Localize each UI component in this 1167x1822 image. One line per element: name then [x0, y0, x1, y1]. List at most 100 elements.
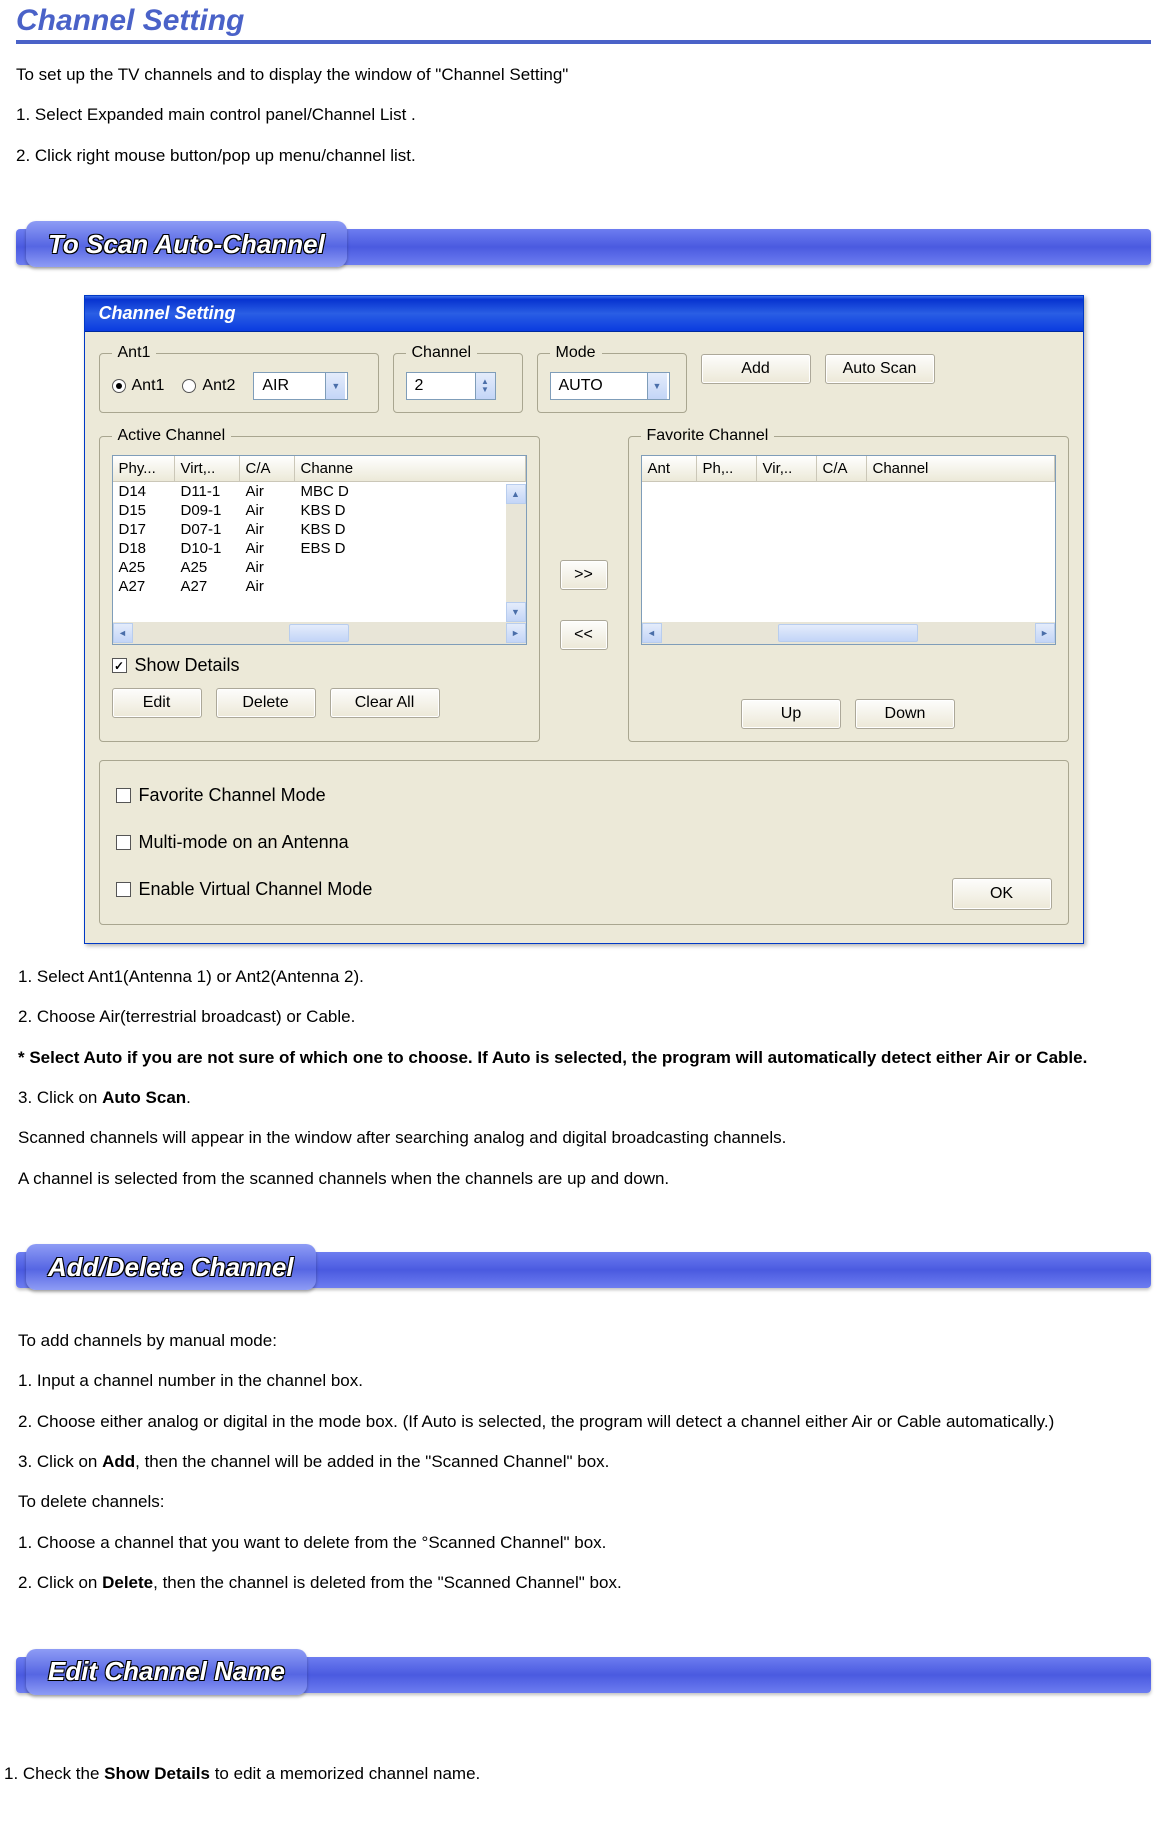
scroll-left-icon[interactable]: ◄ [642, 623, 662, 643]
intro-line-1: To set up the TV channels and to display… [16, 62, 1151, 88]
section-header-adddelete: Add/Delete Channel [16, 1252, 1151, 1288]
add-step-3: 3. Click on Add, then the channel will b… [18, 1449, 1149, 1475]
table-cell: MBC D [295, 482, 526, 501]
radio-ant1[interactable]: Ant1 [112, 377, 165, 395]
scroll-right-icon[interactable]: ► [1035, 623, 1055, 643]
text-fragment: , then the channel is deleted from the "… [153, 1573, 622, 1592]
scroll-up-icon[interactable]: ▲ [506, 484, 526, 504]
table-cell: D17 [113, 520, 175, 539]
add-intro: To add channels by manual mode: [18, 1328, 1149, 1354]
table-cell: A27 [113, 577, 175, 596]
text-fragment: . [186, 1088, 191, 1107]
scan-result-2: A channel is selected from the scanned c… [18, 1166, 1149, 1192]
col-phy[interactable]: Phy... [113, 456, 175, 481]
antenna-group-legend: Ant1 [112, 344, 157, 362]
section-header-adddelete-label: Add/Delete Channel [48, 1252, 294, 1283]
intro-line-3: 2. Click right mouse button/pop up menu/… [16, 143, 1151, 169]
active-channel-list[interactable]: Phy... Virt,.. C/A Channe D14D11-1AirMBC… [112, 455, 527, 645]
text-fragment: 2. Click on [18, 1573, 102, 1592]
options-group: Favorite Channel Mode Multi-mode on an A… [99, 760, 1069, 925]
multi-mode-label: Multi-mode on an Antenna [139, 832, 349, 853]
table-row[interactable]: D15D09-1AirKBS D [113, 501, 526, 520]
chevron-down-icon: ▼ [647, 373, 667, 399]
radio-ant1-label: Ant1 [132, 377, 165, 395]
move-from-favorite-button[interactable]: << [560, 620, 608, 650]
table-cell: Air [240, 558, 295, 577]
show-details-checkbox[interactable] [112, 658, 127, 673]
table-row[interactable]: A27A27Air [113, 577, 526, 596]
text-fragment: 3. Click on [18, 1088, 102, 1107]
scan-step-3: 3. Click on Auto Scan. [18, 1085, 1149, 1111]
channel-number-spinner[interactable]: 2 ▲▼ [406, 372, 496, 400]
mode-combo[interactable]: AUTO ▼ [550, 372, 670, 400]
table-cell: A25 [175, 558, 240, 577]
table-cell: D14 [113, 482, 175, 501]
text-fragment-bold: Show Details [104, 1764, 210, 1783]
text-fragment: to edit a memorized channel name. [210, 1764, 480, 1783]
table-cell: D07-1 [175, 520, 240, 539]
dialog-titlebar: Channel Setting [85, 296, 1083, 332]
move-to-favorite-button[interactable]: >> [560, 560, 608, 590]
down-button[interactable]: Down [855, 699, 955, 729]
favorite-mode-label: Favorite Channel Mode [139, 785, 326, 806]
chevron-down-icon: ▼ [325, 373, 345, 399]
radio-ant1-indicator [112, 379, 126, 393]
table-cell: Air [240, 539, 295, 558]
edit-button[interactable]: Edit [112, 688, 202, 718]
autoscan-button[interactable]: Auto Scan [825, 354, 935, 384]
active-channel-group: Active Channel Phy... Virt,.. C/A Channe… [99, 427, 540, 742]
air-cable-combo[interactable]: AIR ▼ [253, 372, 348, 400]
fav-col-ant[interactable]: Ant [642, 456, 697, 481]
table-cell: A25 [113, 558, 175, 577]
radio-ant2-label: Ant2 [202, 377, 235, 395]
delete-step-1: 1. Choose a channel that you want to del… [18, 1530, 1149, 1556]
delete-intro: To delete channels: [18, 1489, 1149, 1515]
add-button[interactable]: Add [701, 354, 811, 384]
scroll-right-icon[interactable]: ► [506, 623, 526, 643]
table-row[interactable]: D18D10-1AirEBS D [113, 539, 526, 558]
delete-button[interactable]: Delete [216, 688, 316, 718]
table-cell: Air [240, 501, 295, 520]
table-row[interactable]: D17D07-1AirKBS D [113, 520, 526, 539]
channel-group: Channel 2 ▲▼ [393, 344, 523, 413]
table-cell: D10-1 [175, 539, 240, 558]
scan-step-1: 1. Select Ant1(Antenna 1) or Ant2(Antenn… [18, 964, 1149, 990]
scroll-down-icon[interactable]: ▼ [506, 602, 526, 622]
scroll-left-icon[interactable]: ◄ [113, 623, 133, 643]
mode-group-legend: Mode [550, 344, 602, 362]
scroll-thumb[interactable] [289, 624, 349, 642]
text-fragment-bold: Auto Scan [102, 1088, 186, 1107]
scrollbar-vertical[interactable]: ▲ ▼ [506, 484, 526, 622]
text-fragment-bold: Add [102, 1452, 135, 1471]
fav-col-vir[interactable]: Vir,.. [757, 456, 817, 481]
table-cell: D11-1 [175, 482, 240, 501]
scrollbar-horizontal[interactable]: ◄ ► [642, 622, 1055, 644]
fav-col-ca[interactable]: C/A [817, 456, 867, 481]
favorite-mode-checkbox[interactable] [116, 788, 131, 803]
multi-mode-checkbox[interactable] [116, 835, 131, 850]
col-virt[interactable]: Virt,.. [175, 456, 240, 481]
virtual-mode-checkbox[interactable] [116, 882, 131, 897]
radio-ant2[interactable]: Ant2 [182, 377, 235, 395]
show-details-label: Show Details [135, 655, 240, 676]
channel-number-value: 2 [415, 377, 424, 395]
col-channel[interactable]: Channe [295, 456, 526, 481]
table-cell: D15 [113, 501, 175, 520]
fav-col-channel[interactable]: Channel [867, 456, 1055, 481]
scrollbar-horizontal[interactable]: ◄ ► [113, 622, 526, 644]
mode-group: Mode AUTO ▼ [537, 344, 687, 413]
scan-note: * Select Auto if you are not sure of whi… [18, 1045, 1149, 1071]
up-button[interactable]: Up [741, 699, 841, 729]
mode-combo-value: AUTO [559, 377, 603, 395]
clearall-button[interactable]: Clear All [330, 688, 440, 718]
col-ca[interactable]: C/A [240, 456, 295, 481]
table-row[interactable]: A25A25Air [113, 558, 526, 577]
table-row[interactable]: D14D11-1AirMBC D [113, 482, 526, 501]
ok-button[interactable]: OK [952, 878, 1052, 910]
fav-col-phy[interactable]: Ph,.. [697, 456, 757, 481]
section-header-scan-label: To Scan Auto-Channel [48, 229, 325, 260]
add-step-2: 2. Choose either analog or digital in th… [18, 1409, 1149, 1435]
favorite-channel-list[interactable]: Ant Ph,.. Vir,.. C/A Channel ◄ ► [641, 455, 1056, 645]
scroll-thumb[interactable] [778, 624, 918, 642]
scan-result-1: Scanned channels will appear in the wind… [18, 1125, 1149, 1151]
